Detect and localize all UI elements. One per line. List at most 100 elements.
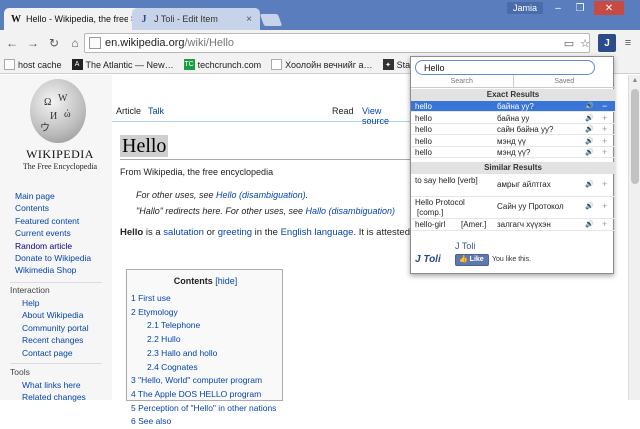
table-of-contents: Contents [hide] 1 First use 2 Etymology 2.… (126, 269, 283, 426)
exact-result-row[interactable]: hello сайн байна уу? 🔊 + (411, 124, 615, 135)
toc-item[interactable]: 5 Perception of "Hello" in other nations (131, 402, 276, 416)
sidebar-interaction: Help About Wikipedia Community portal Re… (22, 297, 89, 359)
link-hallo-disambiguation[interactable]: Hallo (disambiguation) (305, 206, 395, 216)
toc-item[interactable]: 2.2 Hullo (131, 333, 276, 347)
address-bar[interactable]: en.wikipedia.org/wiki/Hello (84, 33, 590, 53)
wikipedia-globe-logo[interactable]: ΩWИώウ (30, 79, 86, 143)
speaker-icon[interactable]: 🔊 (585, 136, 594, 147)
tab-view-source[interactable]: View source (360, 106, 410, 126)
wikipedia-tagline: The Free Encyclopedia (22, 162, 98, 171)
scroll-up-icon[interactable]: ▲ (631, 77, 639, 85)
speaker-icon[interactable]: 🔊 (585, 147, 594, 158)
url-path: /wiki/Hello (184, 37, 235, 49)
bookmark-star-icon[interactable]: ☆ (576, 34, 594, 52)
bookmark-techcrunch[interactable]: TC techcrunch.com (183, 59, 261, 70)
tab-talk[interactable]: Talk (146, 106, 166, 122)
dictionary-search-input[interactable] (415, 60, 595, 75)
exact-result-row[interactable]: hello мэнд үү 🔊 + (411, 136, 615, 147)
english-term: hello-girl (415, 220, 446, 229)
minimize-icon[interactable]: ‒ (548, 1, 568, 15)
exact-result-row[interactable]: hello байна уу 🔊 + (411, 113, 615, 124)
save-toggle-icon[interactable]: + (602, 201, 607, 211)
sidebar-item-wikimedia-shop[interactable]: Wikimedia Shop (15, 264, 91, 276)
profile-name[interactable]: Jamia (507, 2, 544, 14)
bookmark-mongolian[interactable]: Хоолойн вечнийг а… (271, 59, 373, 70)
exact-result-row[interactable]: hello байна уу? 🔊 − (411, 101, 615, 112)
popup-tabs: Search Saved (411, 75, 615, 88)
link-salutation[interactable]: salutation (163, 227, 204, 238)
similar-result-row[interactable]: Hello Protocol [comp.] Сайн уу Протокол 🔊 + (411, 197, 615, 219)
toc-title: Contents (173, 276, 213, 286)
sidebar-item-help[interactable]: Help (22, 297, 89, 309)
sidebar-divider (10, 363, 102, 364)
sidebar-item-contents[interactable]: Contents (15, 202, 91, 214)
menu-icon[interactable]: ≡ (619, 34, 637, 52)
page-icon (4, 59, 15, 70)
sidebar-item-main-page[interactable]: Main page (15, 190, 91, 202)
sidebar-tools: What links here Related changes (22, 379, 86, 404)
save-toggle-icon[interactable]: − (602, 101, 607, 112)
close-tab-icon[interactable]: × (244, 14, 254, 25)
exact-results-heading: Exact Results (411, 89, 615, 101)
save-toggle-icon[interactable]: + (602, 124, 607, 135)
speaker-icon[interactable]: 🔊 (585, 124, 594, 135)
tab-read[interactable]: Read (330, 106, 356, 122)
sidebar-item-about[interactable]: About Wikipedia (22, 309, 89, 321)
tab-wikipedia-hello[interactable]: W Hello - Wikipedia, the free × (4, 8, 144, 30)
toc-item[interactable]: 1 First use (131, 292, 276, 306)
tab-jtoli-edit[interactable]: J J Toli - Edit Item × (132, 8, 260, 30)
speaker-icon[interactable]: 🔊 (585, 220, 594, 228)
forward-arrow-icon[interactable]: → (24, 34, 42, 52)
sidebar-item-what-links-here[interactable]: What links here (22, 379, 86, 391)
tab-search[interactable]: Search (411, 75, 513, 88)
speaker-icon[interactable]: 🔊 (585, 202, 594, 210)
link-hello-disambiguation[interactable]: Hello (disambiguation) (216, 190, 306, 200)
sidebar-item-related-changes[interactable]: Related changes (22, 391, 86, 403)
sidebar-item-featured-content[interactable]: Featured content (15, 215, 91, 227)
new-tab-button[interactable] (259, 14, 283, 26)
save-toggle-icon[interactable]: + (602, 219, 607, 229)
link-greeting[interactable]: greeting (218, 227, 252, 238)
sidebar-item-random-article[interactable]: Random article (15, 240, 91, 252)
save-toggle-icon[interactable]: + (602, 147, 607, 158)
toc-hide-link[interactable]: [hide] (215, 276, 237, 286)
save-toggle-icon[interactable]: + (602, 113, 607, 124)
toc-item[interactable]: 6 See also (131, 415, 276, 429)
jtoli-page-link[interactable]: J Toli (455, 241, 475, 251)
jtoli-extension-icon[interactable]: J (598, 34, 616, 52)
tab-article[interactable]: Article (114, 106, 143, 122)
exact-result-row[interactable]: hello мэнд үү? 🔊 + (411, 147, 615, 158)
sidebar-item-contact-page[interactable]: Contact page (22, 347, 89, 359)
mongolian-term: амрыг айлтгах (497, 180, 551, 189)
from-wikipedia-line: From Wikipedia, the free encyclopedia (120, 167, 274, 177)
restore-icon[interactable]: ❐ (570, 1, 590, 15)
speaker-icon[interactable]: 🔊 (585, 180, 594, 188)
facebook-like-button[interactable]: 👍 Like (455, 254, 489, 266)
toc-item[interactable]: 2.3 Hallo and hollo (131, 347, 276, 361)
toc-item[interactable]: 2 Etymology (131, 306, 276, 320)
back-arrow-icon[interactable]: ← (3, 34, 21, 52)
bookmark-host-cache[interactable]: host cache (4, 59, 62, 70)
similar-result-row[interactable]: to say hello [verb] амрыг айлтгах 🔊 + (411, 175, 615, 197)
sidebar-item-recent-changes[interactable]: Recent changes (22, 334, 89, 346)
home-icon[interactable]: ⌂ (66, 34, 84, 52)
link-english-language[interactable]: English language (281, 227, 354, 238)
close-window-icon[interactable]: ✕ (594, 1, 624, 15)
sidebar-item-community-portal[interactable]: Community portal (22, 322, 89, 334)
sidebar-item-current-events[interactable]: Current events (15, 227, 91, 239)
page-scrollbar[interactable]: ▲ (628, 75, 640, 400)
tab-saved[interactable]: Saved (512, 75, 615, 88)
toc-item[interactable]: 2.1 Telephone (131, 319, 276, 333)
tab-title: J Toli - Edit Item (154, 14, 218, 24)
toc-item[interactable]: 3 "Hello, World" computer program (131, 374, 276, 388)
toc-item[interactable]: 2.4 Cognates (131, 361, 276, 375)
save-toggle-icon[interactable]: + (602, 179, 607, 189)
speaker-icon[interactable]: 🔊 (585, 113, 594, 124)
bookmark-the-atlantic[interactable]: A The Atlantic — New… (71, 59, 174, 70)
similar-result-row[interactable]: hello-girl [Amer.] залгагч хүүхэн 🔊 + (411, 219, 615, 231)
sidebar-item-donate[interactable]: Donate to Wikipedia (15, 252, 91, 264)
speaker-icon[interactable]: 🔊 (585, 101, 594, 112)
reload-icon[interactable]: ↻ (45, 34, 63, 52)
save-toggle-icon[interactable]: + (602, 136, 607, 147)
scroll-thumb[interactable] (631, 89, 639, 184)
